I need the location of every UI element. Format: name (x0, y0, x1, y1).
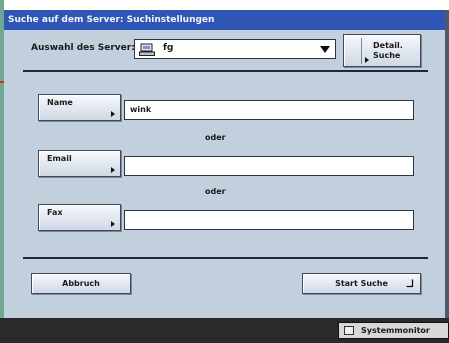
system-monitor-button[interactable]: Systemmonitor (338, 322, 449, 339)
detail-search-button[interactable]: Detail. Suche (343, 34, 421, 67)
separator-oder-1: oder (205, 133, 226, 142)
email-button-label: Email (47, 154, 72, 163)
computer-icon (139, 43, 155, 56)
detail-search-label-line1: Detail. (373, 41, 403, 50)
arrow-right-icon (111, 167, 115, 173)
dialog-frame-edge (445, 10, 449, 318)
server-select-value: fg (163, 43, 174, 53)
arrow-right-icon (111, 221, 115, 227)
divider-top (23, 70, 428, 72)
dialog-title: Suche auf dem Server: Suchinstellungen (8, 15, 215, 25)
email-button[interactable]: Email (38, 150, 121, 177)
arrow-right-icon (111, 111, 115, 117)
email-input[interactable] (124, 156, 414, 176)
separator-oder-2: oder (205, 187, 226, 196)
cancel-button[interactable]: Abbruch (31, 273, 131, 294)
system-monitor-label: Systemmonitor (361, 326, 430, 335)
start-search-button-label: Start Suche (335, 279, 388, 288)
detail-search-label-line2: Suche (373, 51, 401, 60)
fax-button[interactable]: Fax (38, 204, 121, 231)
server-label: Auswahl des Server: (31, 43, 135, 53)
dialog-title-bar: Suche auf dem Server: Suchinstellungen (4, 10, 445, 30)
name-button-label: Name (47, 98, 73, 107)
detail-search-label: Detail. Suche (373, 41, 403, 61)
button-divider (361, 38, 362, 64)
enter-icon (406, 279, 414, 288)
divider-bottom (23, 257, 428, 259)
arrow-right-icon (365, 57, 369, 63)
cancel-button-label: Abbruch (62, 279, 100, 288)
start-search-button[interactable]: Start Suche (302, 273, 421, 294)
name-button[interactable]: Name (38, 94, 121, 121)
server-select[interactable]: fg (134, 39, 336, 59)
fax-button-label: Fax (47, 208, 63, 217)
chevron-down-icon (320, 46, 330, 53)
monitor-icon (344, 326, 354, 335)
fax-input[interactable] (124, 210, 414, 230)
name-input[interactable]: wink (124, 100, 414, 120)
